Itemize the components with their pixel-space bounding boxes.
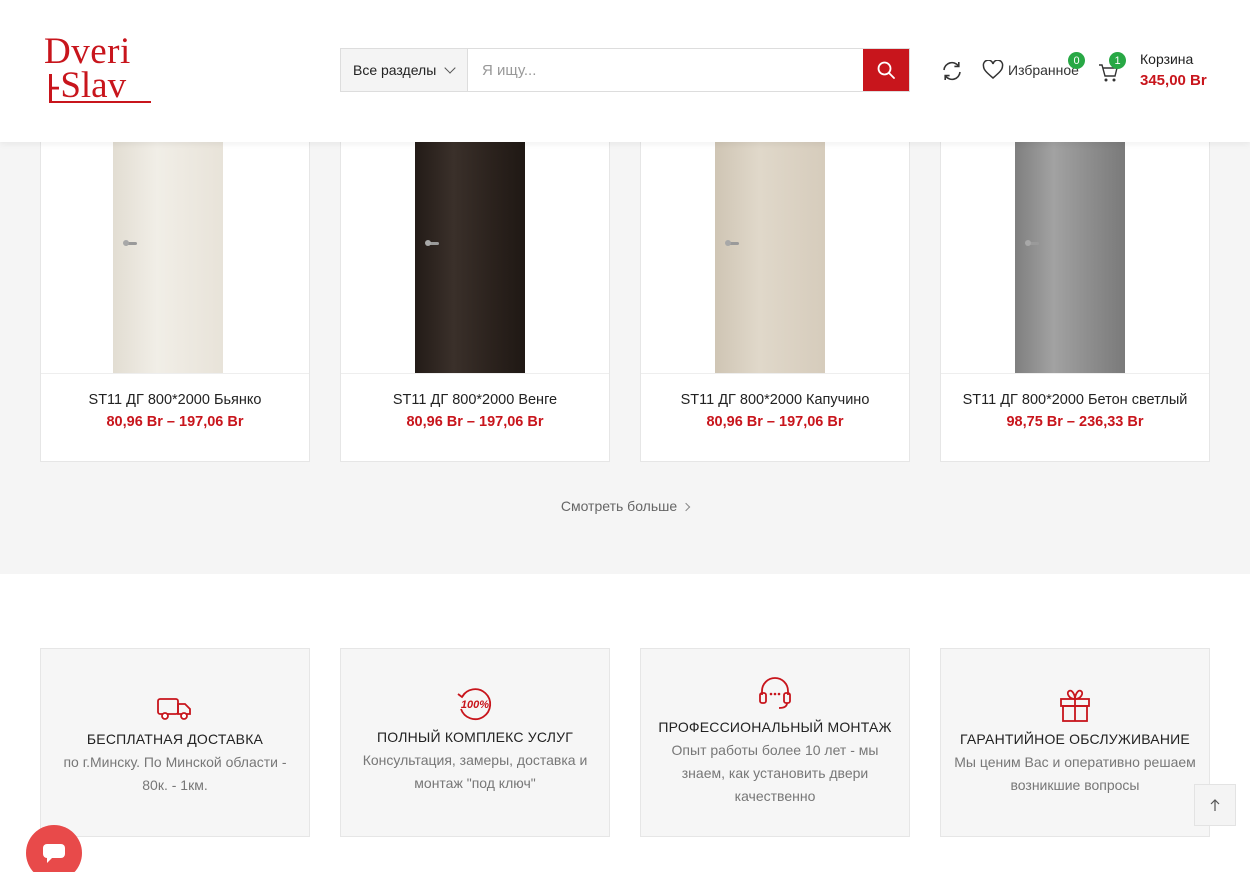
view-more-link[interactable]: Смотреть больше bbox=[0, 498, 1250, 514]
products-section: ST11 ДГ 800*2000 Бьянко 80,96 Br – 197,0… bbox=[0, 142, 1250, 574]
chat-bubble-icon bbox=[43, 844, 65, 863]
door-image bbox=[415, 142, 525, 373]
product-card[interactable]: ST11 ДГ 800*2000 Бетон светлый 98,75 Br … bbox=[940, 142, 1210, 462]
gift-icon bbox=[1060, 689, 1090, 722]
search-category-label: Все разделы bbox=[353, 62, 437, 78]
feature-installation: ПРОФЕССИОНАЛЬНЫЙ МОНТАЖ Опыт работы боле… bbox=[640, 648, 910, 837]
door-handle-icon bbox=[725, 240, 739, 246]
logo-underline bbox=[49, 101, 151, 103]
compare-refresh-icon[interactable] bbox=[940, 59, 964, 83]
search-icon bbox=[877, 61, 895, 79]
product-price: 98,75 Br – 236,33 Br bbox=[1006, 414, 1144, 430]
feature-text-line: Мы ценим Вас и оперативно решаем bbox=[954, 754, 1196, 770]
product-card[interactable]: ST11 ДГ 800*2000 Венге 80,96 Br – 197,06… bbox=[340, 142, 610, 462]
svg-text:100%: 100% bbox=[461, 699, 489, 711]
product-title[interactable]: ST11 ДГ 800*2000 Капучино bbox=[641, 392, 909, 408]
product-image[interactable] bbox=[941, 142, 1209, 374]
search-category-select[interactable]: Все разделы bbox=[341, 49, 468, 91]
truck-icon bbox=[157, 698, 191, 720]
door-image bbox=[1015, 142, 1125, 373]
site-logo[interactable]: Dveri -Slav bbox=[44, 33, 156, 106]
product-image[interactable] bbox=[341, 142, 609, 374]
feature-text: Опыт работы более 10 лет - мы знаем, как… bbox=[641, 739, 909, 808]
feature-warranty: ГАРАНТИЙНОЕ ОБСЛУЖИВАНИЕ Мы ценим Вас и … bbox=[940, 648, 1210, 837]
product-title[interactable]: ST11 ДГ 800*2000 Бетон светлый bbox=[941, 392, 1209, 408]
door-image bbox=[715, 142, 825, 373]
view-more-label: Смотреть больше bbox=[560, 498, 678, 514]
feature-text: по г.Минску. По Минской области - 80к. -… bbox=[41, 751, 309, 797]
search-bar: Все разделы bbox=[340, 48, 910, 92]
product-price: 80,96 Br – 197,06 Br bbox=[706, 414, 844, 430]
feature-title: ГАРАНТИЙНОЕ ОБСЛУЖИВАНИЕ bbox=[960, 731, 1190, 747]
feature-text-line: по г.Минску. По Минской области - bbox=[63, 754, 287, 770]
product-image[interactable] bbox=[641, 142, 909, 374]
chevron-right-icon bbox=[681, 502, 691, 512]
wishlist-link[interactable]: Избранное 0 bbox=[982, 52, 1085, 80]
arrow-up-icon bbox=[1210, 799, 1220, 811]
feature-text: Мы ценим Вас и оперативно решаем возникш… bbox=[941, 751, 1209, 797]
feature-title: ПРОФЕССИОНАЛЬНЫЙ МОНТАЖ bbox=[658, 719, 892, 735]
cart-count-badge: 1 bbox=[1109, 52, 1126, 69]
search-button[interactable] bbox=[863, 49, 909, 91]
feature-delivery: БЕСПЛАТНАЯ ДОСТАВКА по г.Минску. По Минс… bbox=[40, 648, 310, 837]
chevron-down-icon bbox=[444, 62, 456, 74]
product-price: 80,96 Br – 197,06 Br bbox=[406, 414, 544, 430]
feature-services: 100% ПОЛНЫЙ КОМПЛЕКС УСЛУГ Консультация,… bbox=[340, 648, 610, 837]
product-title[interactable]: ST11 ДГ 800*2000 Венге bbox=[341, 392, 609, 408]
door-handle-icon bbox=[1025, 240, 1039, 246]
chat-widget-button[interactable] bbox=[26, 825, 82, 872]
feature-text-line: монтаж "под ключ" bbox=[414, 775, 536, 791]
headset-icon bbox=[759, 677, 791, 709]
logo-text-bottom: -Slav bbox=[48, 65, 127, 106]
feature-title: ПОЛНЫЙ КОМПЛЕКС УСЛУГ bbox=[377, 729, 573, 745]
search-input[interactable] bbox=[468, 49, 863, 91]
site-header: Dveri -Slav Все разделы Избранное 0 bbox=[0, 0, 1250, 142]
feature-text: Консультация, замеры, доставка и монтаж … bbox=[341, 749, 609, 795]
door-handle-icon bbox=[123, 240, 137, 246]
product-card[interactable]: ST11 ДГ 800*2000 Капучино 80,96 Br – 197… bbox=[640, 142, 910, 462]
feature-text-line: знаем, как установить двери bbox=[681, 765, 869, 781]
feature-text-line: 80к. - 1км. bbox=[142, 777, 208, 793]
product-image[interactable] bbox=[41, 142, 309, 374]
wishlist-count-badge: 0 bbox=[1068, 52, 1085, 69]
door-handle-icon bbox=[425, 240, 439, 246]
feature-text-line: возникшие вопросы bbox=[1010, 777, 1140, 793]
cart-label[interactable]: Корзина bbox=[1140, 51, 1193, 67]
product-title[interactable]: ST11 ДГ 800*2000 Бьянко bbox=[41, 392, 309, 408]
product-price: 80,96 Br – 197,06 Br bbox=[106, 414, 244, 430]
door-image bbox=[113, 142, 223, 373]
100-percent-icon: 100% bbox=[457, 688, 492, 721]
feature-title: БЕСПЛАТНАЯ ДОСТАВКА bbox=[86, 731, 264, 747]
cart-total: 345,00 Br bbox=[1140, 72, 1207, 89]
feature-text-line: Консультация, замеры, доставка и bbox=[362, 752, 588, 768]
scroll-to-top-button[interactable] bbox=[1194, 784, 1236, 826]
cart-link[interactable]: 1 bbox=[1098, 52, 1128, 86]
product-card[interactable]: ST11 ДГ 800*2000 Бьянко 80,96 Br – 197,0… bbox=[40, 142, 310, 462]
feature-text-line: Опыт работы более 10 лет - мы bbox=[671, 742, 879, 758]
feature-text-line: качественно bbox=[734, 788, 816, 804]
heart-icon bbox=[982, 60, 1004, 79]
